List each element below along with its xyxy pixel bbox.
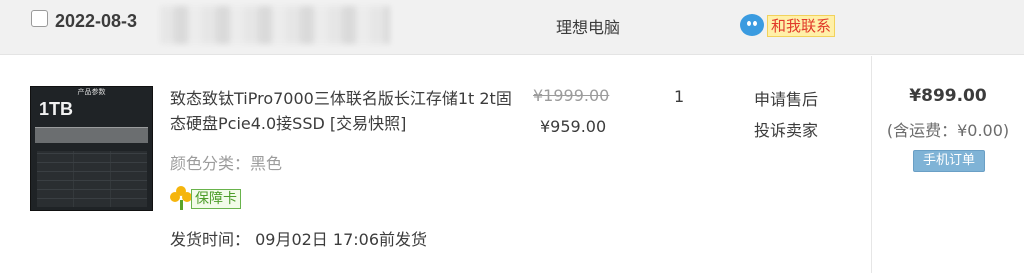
shop-name-link[interactable]: 理想电脑	[556, 14, 620, 38]
spec-table-graphic	[37, 151, 147, 207]
order-date: 2022-08-3	[55, 11, 138, 31]
order-header: 2022-08-3 理想电脑 和我联系	[0, 0, 1024, 55]
guarantee-card-label: 保障卡	[191, 189, 241, 209]
chat-bubble-icon	[740, 14, 764, 36]
current-price: ¥959.00	[540, 117, 607, 136]
flower-icon	[170, 186, 192, 210]
total-price: ¥899.00	[909, 86, 987, 106]
thumbnail-capacity: 1TB	[39, 99, 74, 119]
quantity: 1	[674, 87, 685, 106]
product-title-link[interactable]: 致态致钛TiPro7000三体联名版长江存储1t 2t固态硬盘Pcie4.0接S…	[170, 86, 515, 136]
ship-time: 发货时间： 09月02日 17:06前发货	[170, 230, 428, 249]
order-body: 产品参数 1TB 致态致钛TiPro7000三体联名版长江存储1t 2t固态硬盘…	[0, 56, 1024, 273]
original-price: ¥1999.00	[533, 86, 610, 105]
product-thumbnail[interactable]: 产品参数 1TB	[30, 86, 153, 211]
complain-seller-link[interactable]: 投诉卖家	[754, 117, 818, 141]
contact-seller-label: 和我联系	[767, 15, 836, 37]
mobile-order-badge: 手机订单	[913, 150, 985, 172]
shipping-fee-note: (含运费：¥0.00)	[886, 121, 1010, 140]
thumbnail-caption: 产品参数	[77, 88, 106, 96]
ssd-graphic	[35, 127, 148, 143]
redacted-order-number	[160, 6, 390, 44]
product-attribute: 颜色分类：黑色	[170, 154, 283, 173]
request-after-sale-link[interactable]: 申请售后	[754, 86, 818, 110]
order-select-checkbox[interactable]	[31, 10, 48, 27]
